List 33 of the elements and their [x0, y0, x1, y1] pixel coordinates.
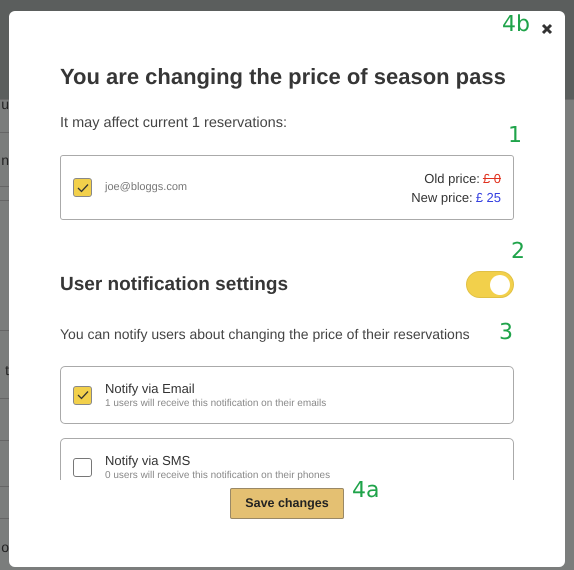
background-text: u [1, 95, 9, 114]
close-button[interactable] [540, 22, 554, 36]
checkbox[interactable] [73, 178, 92, 197]
save-button[interactable]: Save changes [230, 488, 344, 519]
background-text: n [1, 151, 9, 170]
option-label: Notify via Email [105, 380, 196, 396]
checkbox[interactable] [73, 386, 92, 404]
checkmark-icon [76, 390, 88, 400]
subtitle: It may affect current 1 reservations: [60, 114, 287, 132]
dialog-title: You are changing the price of season pass [60, 63, 507, 91]
option-label: Notify via SMS [105, 452, 192, 468]
annotation-label: 4b [502, 11, 530, 39]
checkbox[interactable] [73, 458, 92, 476]
annotation-label: 1 [508, 122, 522, 150]
annotation-label: 3 [499, 319, 513, 347]
option-card[interactable]: Notify via Email 1 users will receive this notification on their emails [60, 366, 514, 424]
toggle-switch[interactable] [466, 271, 514, 298]
annotation-label: 4a [352, 477, 380, 505]
email-text: joe@bloggs.com [105, 180, 188, 196]
option-hint: 1 users will receive this notification on their emails [105, 396, 326, 410]
section-heading: User notification settings [60, 272, 288, 296]
new-price-label: New price: [411, 188, 473, 206]
old-price: £ 0 [482, 170, 501, 188]
toggle-knob [490, 274, 510, 294]
old-price-label: Old price: [424, 170, 480, 188]
checkmark-icon [76, 182, 88, 192]
option-hint: 0 users will receive this notification on their phones [105, 468, 330, 480]
background-text: t [5, 361, 9, 380]
annotation-label: 2 [511, 238, 525, 266]
background-text: o [1, 538, 9, 557]
notification-text: You can notify users about changing the price of their reservations [60, 325, 470, 343]
new-price: £ 25 [476, 188, 501, 206]
close-icon [541, 23, 553, 35]
